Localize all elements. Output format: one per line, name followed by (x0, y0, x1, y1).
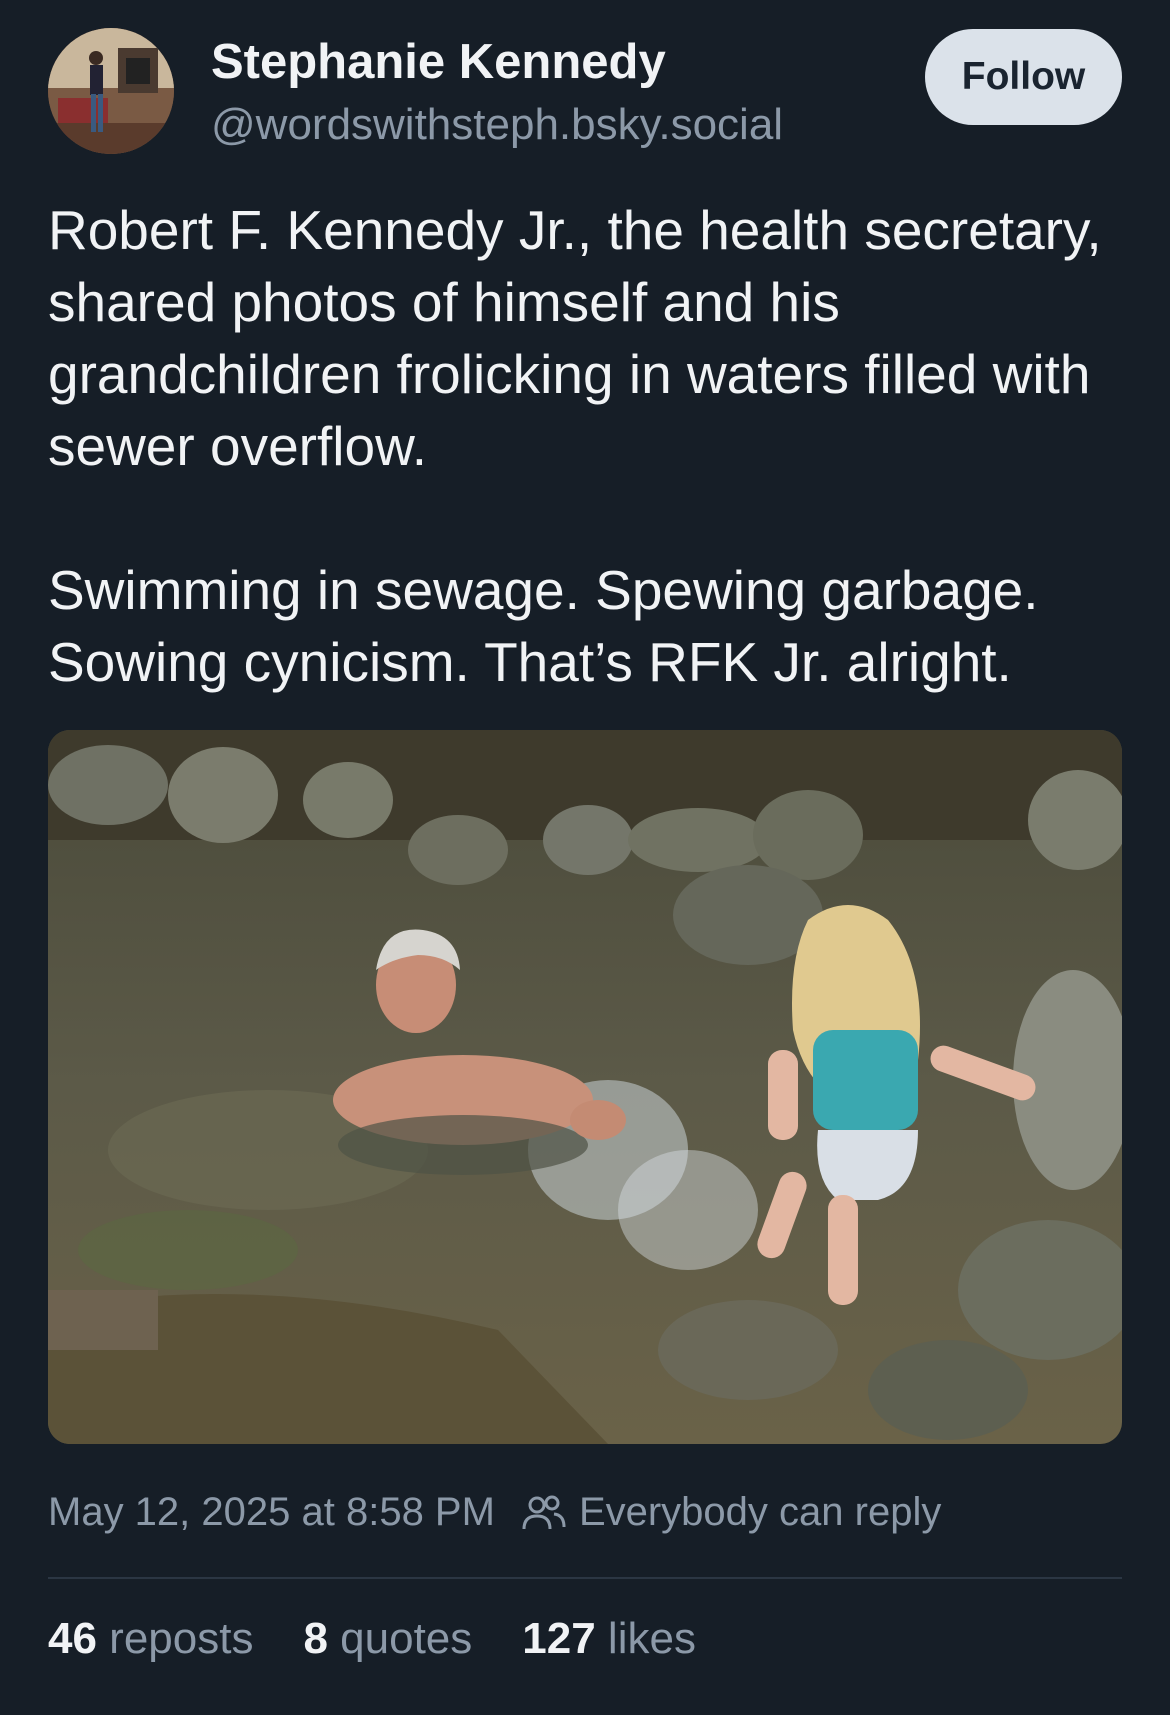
post-meta: May 12, 2025 at 8:58 PM Everybody can re… (48, 1490, 941, 1535)
author-display-name[interactable]: Stephanie Kennedy (211, 34, 666, 90)
follow-button[interactable]: Follow (925, 29, 1122, 125)
post-thread-view: Stephanie Kennedy @wordswithsteph.bsky.s… (0, 0, 1170, 1715)
post-image[interactable] (48, 730, 1122, 1444)
quotes-label: quotes (340, 1614, 473, 1663)
post-timestamp[interactable]: May 12, 2025 at 8:58 PM (48, 1490, 495, 1535)
reposts-count: 46 (48, 1614, 110, 1663)
quotes-count: 8 (303, 1614, 341, 1663)
reposts-stat[interactable]: 46 reposts (48, 1614, 253, 1664)
people-icon (521, 1493, 567, 1533)
creek-photo-icon (48, 730, 1122, 1444)
reposts-label: reposts (109, 1614, 254, 1663)
author-avatar[interactable] (48, 28, 174, 154)
author-handle[interactable]: @wordswithsteph.bsky.social (211, 100, 783, 150)
reply-setting: Everybody can reply (578, 1490, 942, 1534)
divider (48, 1577, 1122, 1579)
post-paragraph-1: Robert F. Kennedy Jr., the health secret… (48, 199, 1102, 477)
quotes-stat[interactable]: 8 quotes (303, 1614, 472, 1664)
likes-count: 127 (522, 1614, 608, 1663)
post-body: Robert F. Kennedy Jr., the health secret… (48, 194, 1128, 698)
likes-label: likes (607, 1614, 696, 1663)
engagement-stats: 46 reposts 8 quotes 127 likes (48, 1614, 746, 1664)
post-paragraph-2: Swimming in sewage. Spewing garbage. Sow… (48, 559, 1039, 693)
likes-stat[interactable]: 127 likes (522, 1614, 696, 1664)
avatar-photo-icon (48, 28, 174, 154)
